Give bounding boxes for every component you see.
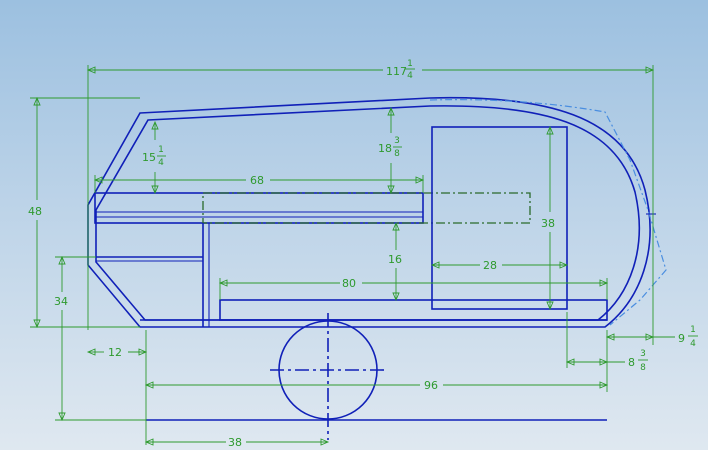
dim-floor-length[interactable]: 80 — [342, 277, 356, 290]
cabinet-box[interactable] — [94, 192, 424, 224]
dim-overall-length-whole[interactable]: 117 — [386, 65, 407, 78]
alternate-outline[interactable] — [429, 99, 667, 326]
dim-rear-b-whole[interactable]: 8 — [628, 356, 635, 369]
dim-roof-mid-whole[interactable]: 18 — [378, 142, 392, 155]
dim-wheel-offset[interactable]: 38 — [228, 436, 242, 449]
dim-roof-front-den: 4 — [158, 158, 164, 168]
dim-roof-front-whole[interactable]: 15 — [142, 151, 156, 164]
hidden-cabinet-extension[interactable] — [202, 192, 531, 224]
dim-rear-b-num: 3 — [640, 349, 646, 359]
dim-overall-length-num: 1 — [407, 59, 413, 69]
bed-platform[interactable] — [219, 299, 608, 321]
dim-rear-a-num: 1 — [690, 325, 696, 335]
dim-front-lower-height[interactable]: 34 — [54, 295, 68, 308]
dim-front-offset[interactable]: 12 — [108, 346, 122, 359]
dim-rear-a-whole[interactable]: 9 — [678, 332, 685, 345]
dim-cabinet-length[interactable]: 68 — [250, 174, 264, 187]
dim-door-width[interactable]: 28 — [483, 259, 497, 272]
dim-roof-front-num: 1 — [158, 145, 164, 155]
dim-rear-b-den: 8 — [640, 363, 646, 373]
dim-wheelbase-length[interactable]: 96 — [424, 379, 438, 392]
dim-roof-mid-num: 3 — [394, 136, 400, 146]
dim-roof-mid-den: 8 — [394, 149, 400, 159]
trailer-drawing[interactable]: 117 1 4 48 15 1 4 18 3 8 68 38 16 28 80 — [0, 0, 708, 450]
dim-height[interactable]: 48 — [28, 205, 42, 218]
body-inner-profile[interactable] — [95, 105, 641, 321]
dim-rear-a-den: 4 — [690, 339, 696, 349]
dim-overall-length-den: 4 — [407, 71, 413, 81]
dim-bed-height[interactable]: 16 — [388, 253, 402, 266]
cad-viewport[interactable]: 117 1 4 48 15 1 4 18 3 8 68 38 16 28 80 — [0, 0, 708, 450]
dim-door-height[interactable]: 38 — [541, 217, 555, 230]
